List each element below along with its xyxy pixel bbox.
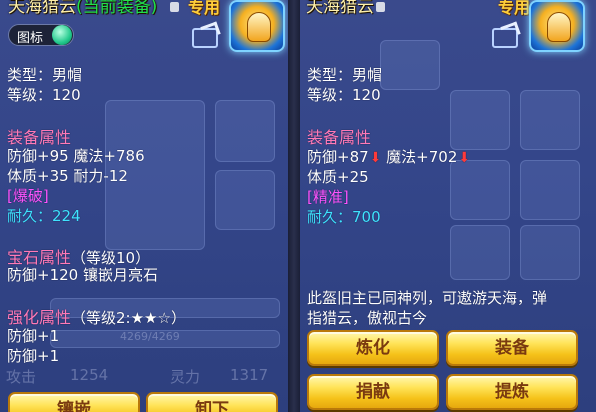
enhance-line2: 防御+1 [7, 347, 60, 365]
refine-button[interactable]: 炼化 [307, 330, 439, 366]
share-icon[interactable] [492, 28, 518, 48]
bg-stat-value: 1254 [70, 366, 109, 384]
bg-slot [520, 160, 580, 220]
item-level: 等级：120 [307, 86, 381, 104]
bg-stat-label: 攻击 [6, 368, 37, 386]
item-description-line2: 指猎云，傲视古今 [307, 309, 428, 327]
unequip-button[interactable]: 卸下 [146, 392, 278, 412]
down-arrow-icon: ⬇ [369, 150, 382, 166]
gem-attr-line: 防御+120 镶嵌月亮石 [7, 266, 158, 284]
exclusive-badge: 专用 [498, 0, 531, 17]
donate-button[interactable]: 捐献 [307, 374, 439, 410]
toggle-label: 图标 [17, 31, 44, 46]
compare-equipment-panel: 天海猎云 专用 类型：男帽 等级：120 装备属性 防御+87⬇ 魔法+702⬇… [300, 0, 596, 412]
extract-button[interactable]: 提炼 [446, 374, 578, 410]
attr-magic: 魔法+702 [386, 148, 458, 166]
bg-slot [380, 40, 440, 90]
equip-attr-heading: 装备属性 [307, 128, 372, 147]
enhance-level: （等级2:★★☆） [71, 309, 186, 327]
bg-bar-text: 4269/4269 [120, 330, 180, 343]
exclusive-badge: 专用 [188, 0, 221, 17]
durability: 耐久：224 [7, 207, 81, 225]
equip-attr-line2: 体质+25 [307, 168, 369, 186]
bg-slot [215, 100, 275, 162]
lock-icon [170, 2, 179, 12]
durability: 耐久：700 [307, 208, 381, 226]
share-icon[interactable] [192, 28, 218, 48]
attr-defense: 防御+87 [307, 148, 369, 166]
special-effect: [精准] [307, 188, 349, 206]
panel-divider [288, 0, 300, 412]
item-level: 等级：120 [7, 86, 81, 104]
item-type: 类型：男帽 [7, 66, 83, 84]
bg-slot [520, 225, 580, 280]
bg-slot [215, 170, 275, 230]
helmet-icon [529, 0, 585, 52]
item-type: 类型：男帽 [307, 66, 383, 84]
current-equipment-panel: 天海猎云(当前装备) 专用 图标 类型：男帽 等级：120 装备属性 防御+95… [0, 0, 288, 412]
bg-slot [450, 225, 510, 280]
bg-stat-label: 灵力 [170, 368, 201, 386]
equip-attr-line1: 防御+95 魔法+786 [7, 147, 145, 165]
toggle-knob[interactable] [52, 25, 72, 45]
inlay-button[interactable]: 镶嵌 [8, 392, 140, 412]
equip-attr-line2: 体质+35 耐力-12 [7, 167, 128, 185]
helmet-icon [229, 0, 285, 52]
special-effect: [爆破] [7, 187, 49, 205]
down-arrow-icon: ⬇ [458, 150, 471, 166]
enhance-line1: 防御+1 [7, 327, 60, 345]
icon-toggle[interactable]: 图标 [8, 24, 74, 46]
bg-slot [450, 90, 510, 150]
equip-button[interactable]: 装备 [446, 330, 578, 366]
bg-stat-value: 1317 [230, 366, 269, 384]
item-description-line1: 此盔旧主已同神列，可遨游天海，弹 [307, 289, 548, 307]
item-title: 天海猎云 [306, 0, 374, 17]
lock-icon [376, 2, 385, 12]
bg-slot [450, 160, 510, 220]
bg-slot [520, 90, 580, 150]
item-title: 天海猎云(当前装备) [8, 0, 158, 17]
equip-attr-line1: 防御+87⬇ 魔法+702⬇ [307, 146, 470, 167]
